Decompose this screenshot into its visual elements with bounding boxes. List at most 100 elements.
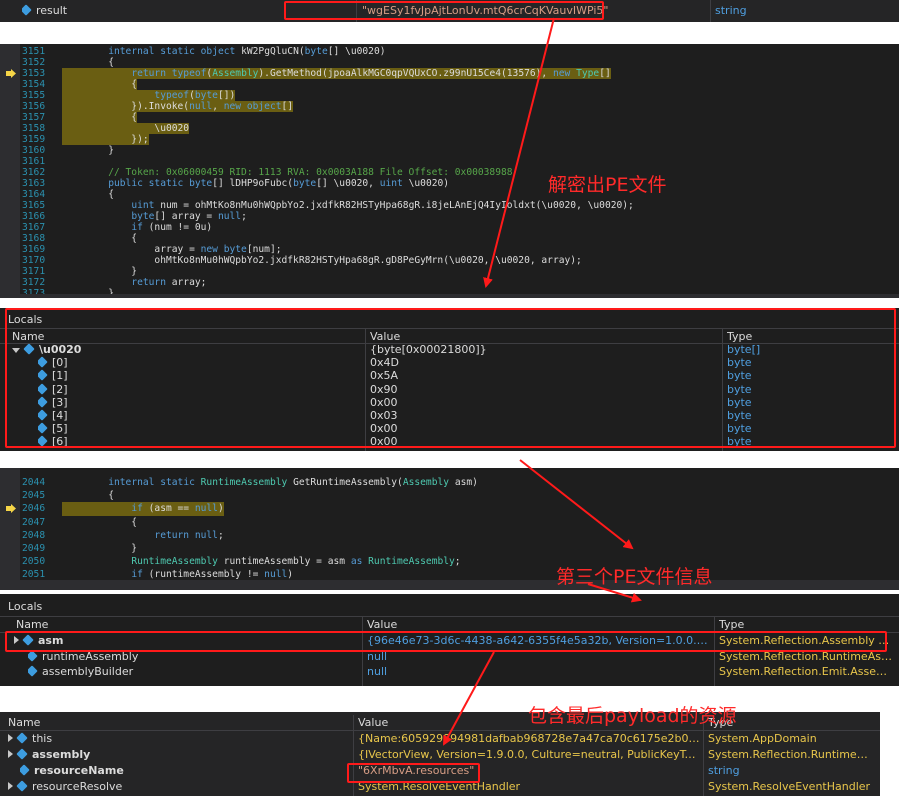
horizontal-scrollbar[interactable] [0,580,899,590]
code-text: if (num != 0u) [131,222,213,233]
code-text: return null; [154,529,224,541]
header-name[interactable]: Name [12,330,44,343]
line-number: 3165 [22,200,46,211]
variable-icon [16,780,28,792]
code-line[interactable]: 2046 if (asm == null) [0,502,899,516]
expand-icon[interactable] [8,750,13,759]
code-text: ohMtKo8nMu0hWQpbYo2.jxdfkR82HSTyHpa68gR.… [62,255,582,266]
code-line[interactable]: 3167 if (num != 0u) [0,222,899,233]
code-text: { [62,516,138,528]
code-line[interactable]: 3166 byte[] array = null; [0,211,899,222]
table-row[interactable]: assemblyBuilder null System.Reflection.Emi… [0,664,899,680]
row-name: resourceResolve [32,779,123,793]
code-line[interactable]: 3171 } [0,266,899,277]
row-name: asm [38,634,64,648]
header-value[interactable]: Value [367,618,397,631]
code-line[interactable]: 3160 } [0,145,899,156]
header-name[interactable]: Name [16,618,48,631]
line-number: 3152 [22,57,46,68]
code-line[interactable]: 3152 { [0,57,899,68]
expand-icon[interactable] [14,636,19,645]
code-line[interactable]: 3159 }); [0,134,899,145]
line-number: 3156 [22,101,46,112]
table-row[interactable]: runtimeAssembly null System.Reflection.Run… [0,649,899,665]
code-text: { [62,233,138,244]
expand-icon[interactable] [8,781,13,790]
annotation-decrypt-pe: 解密出PE文件 [548,174,667,196]
code-text: { [62,57,114,68]
header-value[interactable]: Value [370,330,400,343]
table-row[interactable]: [0] 0x4D byte [0,356,899,369]
table-row[interactable]: [6] 0x00 byte [0,435,899,448]
line-number: 2050 [22,556,46,568]
row-value: System.ResolveEventHandler [358,779,521,793]
row-value: {IVectorView, Version=1.9.0.0, Culture=n… [358,748,700,762]
code-line[interactable]: 3162 // Token: 0x06000459 RID: 1113 RVA:… [0,167,899,178]
horizontal-scrollbar[interactable] [0,294,899,298]
table-row[interactable]: asm {96e46e73-3d6c-4438-a642-6355f4e5a32b… [0,633,899,649]
code-text: { [62,490,114,502]
code-text: { [62,79,138,90]
row-type: string [715,4,747,17]
annotation-third-pe: 第三个PE文件信息 [556,566,713,588]
collapse-icon[interactable] [12,348,20,354]
code-line[interactable]: 2049 } [0,542,899,555]
table-row[interactable]: [4] 0x03 byte [0,409,899,422]
code-line[interactable]: 3151 internal static object kW2PgQluCN(b… [0,46,899,57]
code-line[interactable]: 3170 ohMtKo8nMu0hWQpbYo2.jxdfkR82HSTyHpa… [0,255,899,266]
row-value: {byte[0x00021800]} [370,343,487,357]
code-line[interactable]: 3157 { [0,112,899,123]
code-line[interactable]: 3164 { [0,189,899,200]
expand-icon[interactable] [8,734,13,743]
code-line[interactable]: 3168 { [0,233,899,244]
locals-window-3: Name Value Type this {Name:605929894981da… [0,712,880,796]
code-line[interactable]: 2045 { [0,489,899,502]
variable-icon [22,4,32,16]
code-line[interactable]: 3172 return array; [0,277,899,288]
variable-icon [38,409,48,421]
code-line[interactable]: 3158 \u0020 [0,123,899,134]
code-line[interactable]: 2048 return null; [0,529,899,542]
line-number: 3168 [22,233,46,244]
table-row[interactable]: \u0020 {byte[0x00021800]} byte[] [0,343,899,356]
code-line[interactable]: 3161 [0,156,899,167]
code-line[interactable]: 2044 internal static RuntimeAssembly Get… [0,476,899,489]
row-type: System.AppDomain [708,732,817,746]
table-row[interactable]: [2] 0x90 byte [0,383,899,396]
code-line[interactable]: 3156 }).Invoke(null, new object[] [0,101,899,112]
header-type[interactable]: Type [719,618,744,631]
table-row[interactable]: [3] 0x00 byte [0,396,899,409]
code-line[interactable]: 3165 uint num = ohMtKo8nMu0hWQpbYo2.jxdf… [0,200,899,211]
line-number: 2044 [22,477,46,488]
table-row[interactable]: result "wgESy1fvJpAjtLonUv.mtQ6crCqKVauv… [0,3,899,18]
row-name: runtimeAssembly [42,649,139,663]
header-name[interactable]: Name [8,716,40,729]
table-row[interactable]: assembly {IVectorView, Version=1.9.0.0, C… [0,747,880,763]
code-text: internal static object kW2PgQluCN(byte[]… [108,46,386,57]
code-line[interactable]: 3154 { [0,79,899,90]
code-text: public static byte[] lDHP9oFubc(byte[] \… [108,178,450,189]
table-row[interactable]: resourceResolve System.ResolveEventHandle… [0,778,880,794]
code-line[interactable]: 3153 return typeof(Assembly).GetMethod(j… [0,68,899,79]
row-type: byte [727,435,752,449]
row-name: [3] [52,395,68,409]
table-row[interactable]: [1] 0x5A byte [0,369,899,382]
code-line[interactable]: 3163 public static byte[] lDHP9oFubc(byt… [0,178,899,189]
code-line[interactable]: 2050 RuntimeAssembly runtimeAssembly = a… [0,555,899,568]
table-row[interactable]: [5] 0x00 byte [0,422,899,435]
code-text: array = new byte[num]; [62,244,282,255]
code-line[interactable]: 2047 { [0,516,899,529]
table-row[interactable]: this {Name:605929894981dafbab968728e7a47c… [0,731,880,747]
code-line[interactable]: 3155 typeof(byte[]) [0,90,899,101]
line-number: 3166 [22,211,46,222]
line-number: 3154 [22,79,46,90]
row-value: 0x90 [370,382,398,396]
row-name: resourceName [34,763,124,777]
row-name: result [36,4,68,17]
locals-window-2: Locals Name Value Type asm {96e46e73-3d6c… [0,594,899,686]
code-line[interactable]: 3169 array = new byte[num]; [0,244,899,255]
row-type: System.Reflection.Emit.Assembl... [719,665,893,679]
header-value[interactable]: Value [358,716,388,729]
table-row[interactable]: resourceName "6XrMbvA.resources" string [0,763,880,779]
header-type[interactable]: Type [727,330,752,343]
